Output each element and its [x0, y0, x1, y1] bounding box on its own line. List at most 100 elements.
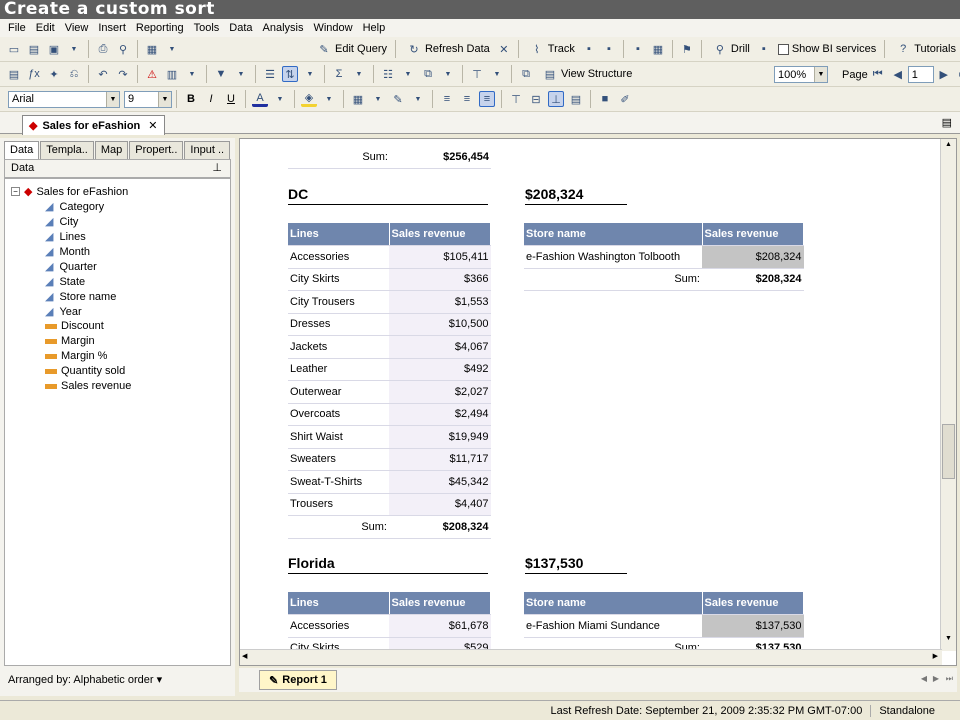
dropdown-icon[interactable]: ▼	[410, 91, 426, 107]
track-option-icon[interactable]: ▪	[581, 41, 597, 57]
scroll-left-icon[interactable]: ◀	[242, 652, 247, 660]
tree-item-measure[interactable]: Quantity sold	[45, 365, 125, 377]
first-page-icon[interactable]: ⏮	[870, 67, 886, 83]
purge-icon[interactable]: ✕	[496, 41, 512, 57]
menu-item-analysis[interactable]: Analysis	[263, 22, 304, 34]
view-structure-button[interactable]: ▤ View Structure	[540, 66, 633, 82]
undo-icon[interactable]: ↶	[95, 66, 111, 82]
filter-bar-icon[interactable]: ⚑	[679, 41, 695, 57]
tree-root[interactable]: − ◆ Sales for eFashion	[11, 185, 128, 198]
last-page-icon[interactable]: ⏭	[956, 67, 960, 83]
font-color-icon[interactable]: A	[252, 91, 268, 107]
tutorials-button[interactable]: ? Tutorials	[893, 41, 956, 57]
edit-query-button[interactable]: ✎ Edit Query	[314, 41, 387, 57]
tree-item-dimension[interactable]: ◢ Quarter	[45, 260, 97, 274]
align-bottom-icon[interactable]: ⊥	[548, 91, 564, 107]
menu-item-help[interactable]: Help	[363, 22, 386, 34]
open-icon[interactable]: ▤	[26, 41, 42, 57]
bold-icon[interactable]: B	[183, 91, 199, 107]
view-icon[interactable]: ▦	[144, 41, 160, 57]
ranking-icon[interactable]: ☷	[380, 66, 396, 82]
border-icon[interactable]: ▦	[350, 91, 366, 107]
tab-prev-icon[interactable]: ◀	[921, 674, 927, 683]
menu-item-reporting[interactable]: Reporting	[136, 22, 184, 34]
alert-icon[interactable]: ⚠	[144, 66, 160, 82]
line-color-icon[interactable]: ✎	[390, 91, 406, 107]
section-header-florida[interactable]: Florida	[288, 555, 488, 574]
grid-icon[interactable]: ▦	[650, 41, 666, 57]
chart-icon[interactable]: ▥	[164, 66, 180, 82]
tree-item-dimension[interactable]: ◢ Month	[45, 245, 90, 259]
insert-cell-icon[interactable]: ▤	[6, 66, 22, 82]
print-icon[interactable]: ⎙	[95, 41, 111, 57]
section-total-florida[interactable]: $137,530	[525, 555, 627, 574]
store-table-dc[interactable]: Store name Sales revenue e-Fashion Washin…	[524, 223, 804, 291]
tab-list-icon[interactable]: ▤	[942, 116, 952, 129]
lines-table-dc[interactable]: Lines Sales revenue Accessories $105,411 Ci…	[288, 223, 491, 539]
menu-item-insert[interactable]: Insert	[98, 22, 126, 34]
next-page-icon[interactable]: ▶	[936, 67, 952, 83]
menu-item-window[interactable]: Window	[313, 22, 352, 34]
background-icon[interactable]: ■	[597, 91, 613, 107]
page-input[interactable]: 1	[907, 66, 934, 83]
track-changes-icon[interactable]: ⧉	[420, 66, 436, 82]
pin-icon[interactable]: ⊥	[212, 160, 222, 177]
link-icon[interactable]: ⎌	[66, 66, 82, 82]
tree-item-dimension[interactable]: ◢ City	[45, 215, 78, 229]
format-icon[interactable]: ▪	[630, 41, 646, 57]
tab-propert[interactable]: Propert..	[129, 141, 184, 159]
dropdown-icon[interactable]: ▼	[66, 41, 82, 57]
break-icon[interactable]: ☰	[262, 66, 278, 82]
formula-icon[interactable]: ƒx	[26, 66, 42, 82]
align-middle-icon[interactable]: ⊟	[528, 91, 544, 107]
track-button[interactable]: ⌇ Track	[527, 41, 575, 57]
menu-item-data[interactable]: Data	[229, 22, 252, 34]
tab-data[interactable]: Data	[4, 141, 40, 159]
collapse-icon[interactable]: −	[11, 187, 20, 196]
prev-page-icon[interactable]: ◀	[890, 67, 906, 83]
font-combo[interactable]: Arial ▼	[8, 90, 120, 108]
menu-item-tools[interactable]: Tools	[194, 22, 220, 34]
scroll-right-icon[interactable]: ▶	[933, 652, 938, 660]
new-icon[interactable]: ▭	[6, 41, 22, 57]
dropdown-icon[interactable]: ▼	[400, 66, 416, 82]
arranged-by-dropdown[interactable]: Arranged by: Alphabetic order ▾	[4, 670, 231, 690]
sum-icon[interactable]: Σ	[331, 66, 347, 82]
dropdown-icon[interactable]: ▼	[440, 66, 456, 82]
dropdown-icon[interactable]: ▼	[302, 66, 318, 82]
dropdown-icon[interactable]: ▼	[184, 66, 200, 82]
tab-templa[interactable]: Templa..	[40, 141, 94, 159]
save-icon[interactable]: ▣	[46, 41, 62, 57]
variable-icon[interactable]: ✦	[46, 66, 62, 82]
align-left-icon[interactable]: ≡	[439, 91, 455, 107]
tree-item-measure[interactable]: Margin	[45, 335, 95, 347]
wrap-icon[interactable]: ▤	[568, 91, 584, 107]
italic-icon[interactable]: I	[203, 91, 219, 107]
zoom-combo[interactable]: 100% ▼	[774, 66, 828, 83]
underline-icon[interactable]: U	[223, 91, 239, 107]
fill-color-icon[interactable]: ◈	[301, 91, 317, 107]
menu-item-file[interactable]: File	[8, 22, 26, 34]
doc-tab-sales-efashion[interactable]: ◆ Sales for eFashion ✕	[22, 115, 165, 135]
menu-item-view[interactable]: View	[65, 22, 89, 34]
font-size-combo[interactable]: 9 ▼	[124, 90, 172, 108]
drill-button[interactable]: ⚲ Drill	[710, 41, 750, 57]
tab-report-1[interactable]: ✎ Report 1	[259, 670, 337, 690]
track-option2-icon[interactable]: ▪	[601, 41, 617, 57]
tree-item-dimension[interactable]: ◢ Lines	[45, 230, 86, 244]
dropdown-icon[interactable]: ▼	[489, 66, 505, 82]
tab-next-icon[interactable]: ▶	[933, 674, 939, 683]
tree-item-dimension[interactable]: ◢ Year	[45, 305, 82, 319]
tab-last-icon[interactable]: ⏭	[946, 674, 953, 684]
tree-item-dimension[interactable]: ◢ State	[45, 275, 85, 289]
dropdown-icon[interactable]: ▼	[272, 91, 288, 107]
section-total-dc[interactable]: $208,324	[525, 186, 627, 205]
dropdown-icon[interactable]: ▼	[233, 66, 249, 82]
tab-input[interactable]: Input ..	[184, 141, 231, 159]
tree-item-measure[interactable]: Margin %	[45, 350, 107, 362]
sort-icon[interactable]: ⇅	[282, 66, 298, 82]
tree-item-measure[interactable]: Sales revenue	[45, 380, 131, 392]
scroll-down-icon[interactable]: ▼	[942, 635, 955, 648]
dropdown-icon[interactable]: ▼	[351, 66, 367, 82]
align-center-icon[interactable]: ≡	[459, 91, 475, 107]
